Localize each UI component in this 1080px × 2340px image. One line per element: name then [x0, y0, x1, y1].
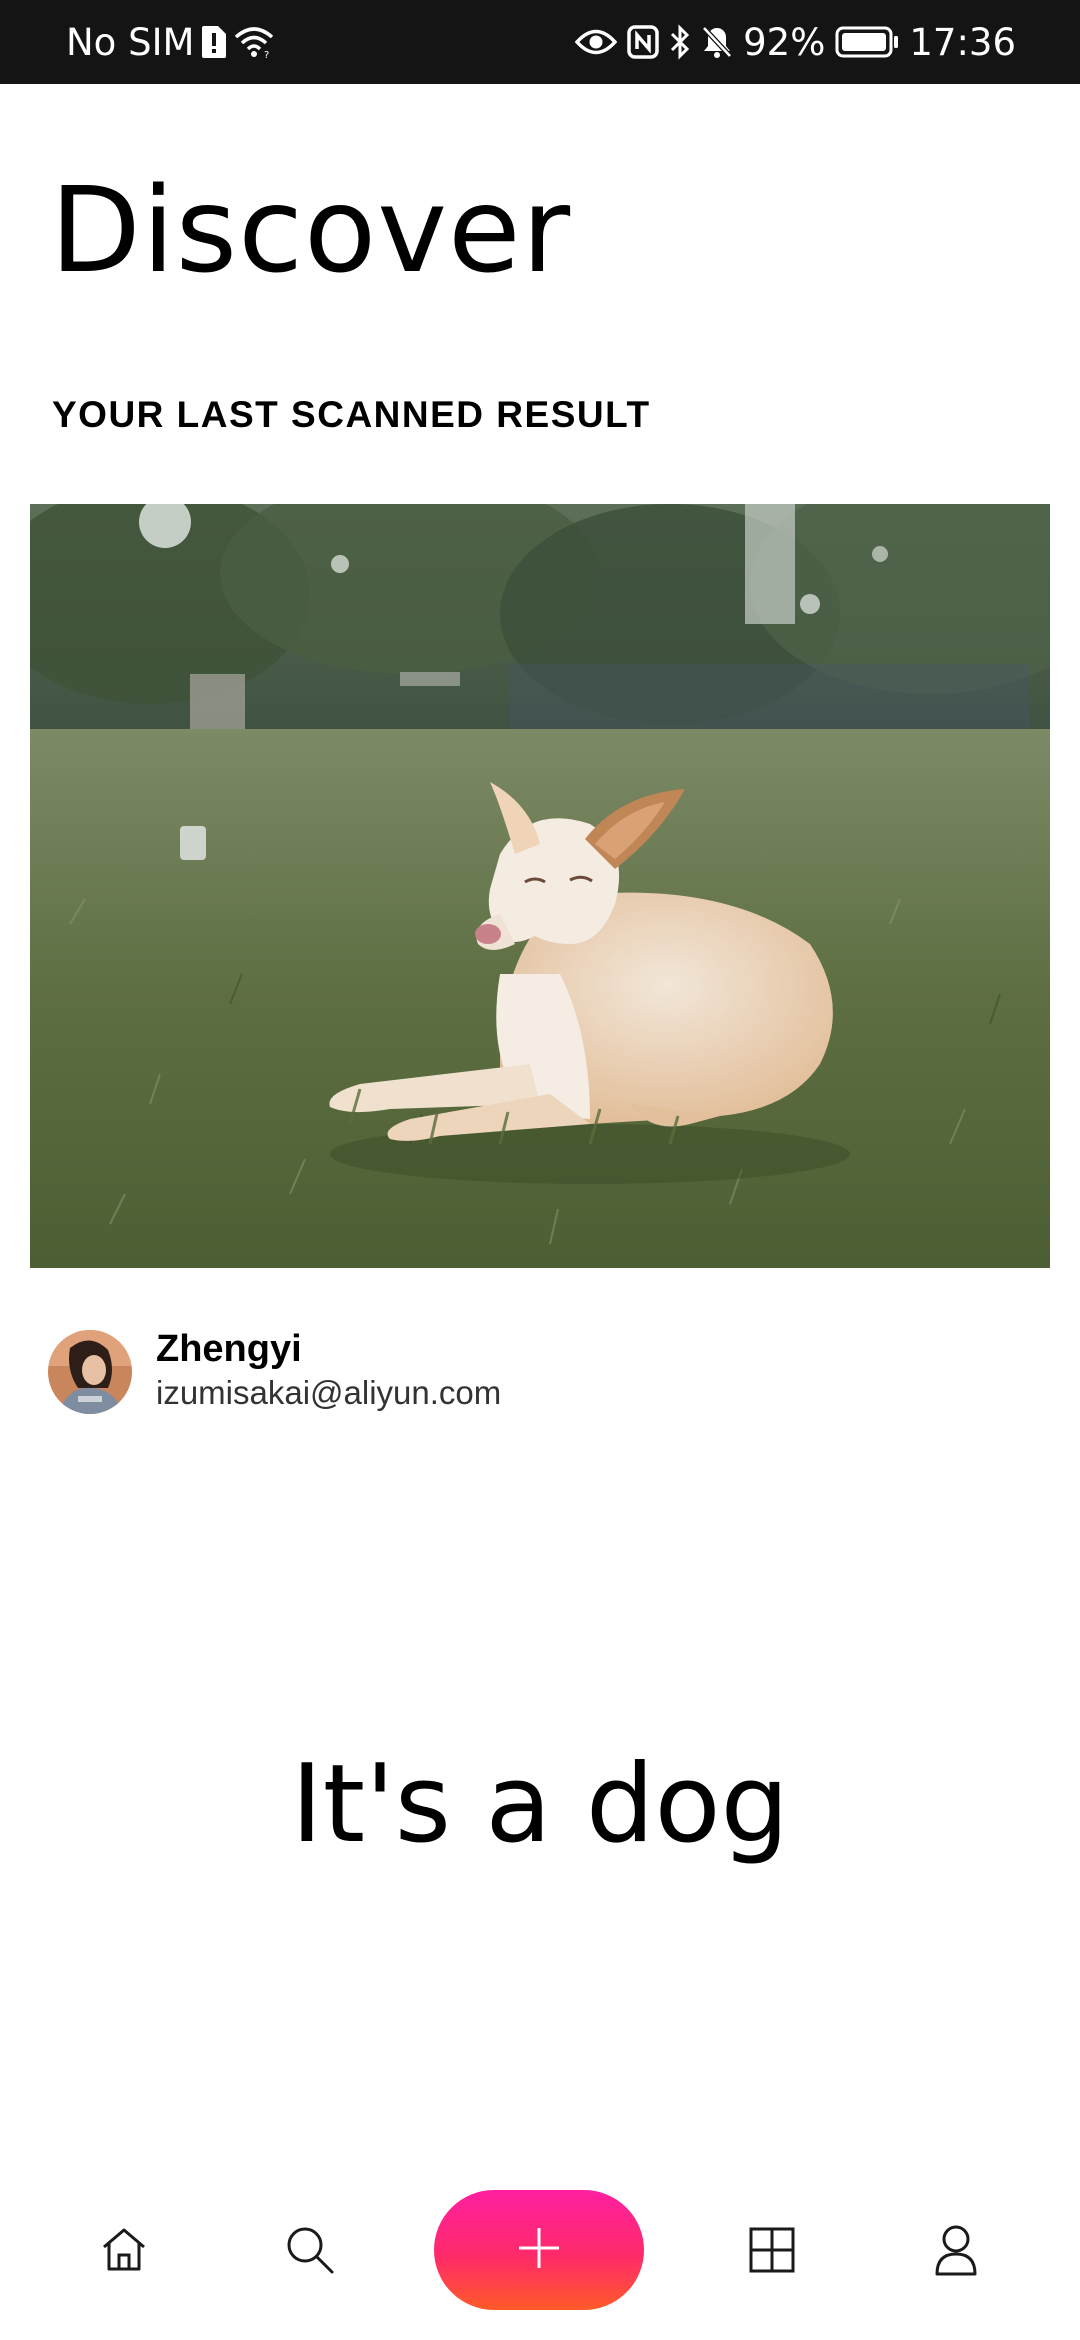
eye-icon — [575, 27, 618, 57]
grid-icon — [748, 2226, 796, 2279]
status-right: 92% 17:36 — [575, 0, 1016, 84]
search-icon — [284, 2224, 336, 2281]
nfc-icon — [627, 25, 659, 59]
wifi-icon: ? — [234, 25, 274, 59]
user-name: Zhengyi — [156, 1328, 302, 1370]
carrier-label: No SIM — [66, 20, 195, 64]
page-title: Discover — [50, 161, 572, 299]
nav-profile-button[interactable] — [926, 2222, 986, 2282]
svg-text:?: ? — [264, 50, 269, 59]
clock: 17:36 — [909, 20, 1016, 64]
avatar[interactable] — [48, 1330, 132, 1414]
bluetooth-icon — [669, 24, 691, 60]
home-icon — [99, 2225, 149, 2280]
plus-icon — [517, 2226, 561, 2275]
status-left: No SIM ? — [66, 0, 274, 84]
bottom-nav — [0, 2180, 1080, 2320]
user-icon — [933, 2224, 979, 2281]
discover-screen: No SIM ? 92% 17:36 Discover YOUR LAST SC… — [0, 0, 1080, 2340]
battery-icon — [835, 26, 899, 58]
last-scan-heading: YOUR LAST SCANNED RESULT — [52, 394, 651, 435]
nav-search-button[interactable] — [280, 2222, 340, 2282]
status-bar: No SIM ? 92% 17:36 — [0, 0, 1080, 84]
user-email: izumisakai@aliyun.com — [156, 1374, 502, 1411]
bell-off-icon — [701, 24, 733, 60]
add-scan-button[interactable] — [434, 2190, 644, 2310]
nav-collection-button[interactable] — [742, 2222, 802, 2282]
scan-result-text: It's a dog — [290, 1742, 790, 1867]
scanned-photo[interactable] — [30, 504, 1050, 1268]
nav-home-button[interactable] — [94, 2222, 154, 2282]
sim-alert-icon — [200, 24, 228, 60]
battery-percent: 92% — [743, 20, 826, 64]
